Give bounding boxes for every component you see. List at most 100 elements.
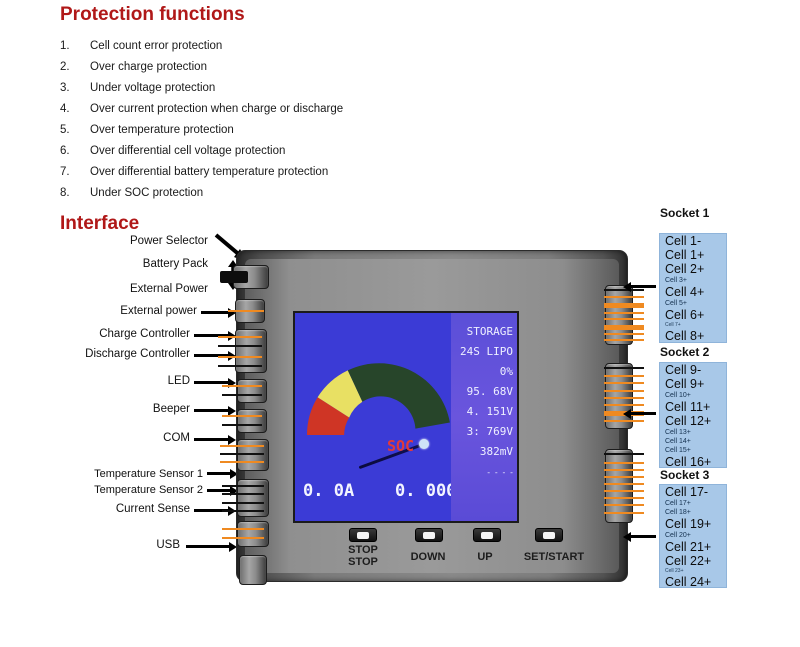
socket-cell-label: Cell 2+ xyxy=(665,262,705,276)
protection-item: 7. Over differential battery temperature … xyxy=(60,161,480,182)
connector-temperature-sensors[interactable] xyxy=(222,479,269,517)
protection-item-text: Over current protection when charge or d… xyxy=(90,102,344,115)
socket-cell-label: Cell 22+ xyxy=(665,554,712,568)
socket-cell-label: Cell 7+ xyxy=(665,322,681,328)
arrow-usb xyxy=(186,541,237,552)
button-stop[interactable] xyxy=(349,528,377,542)
protection-item-text: Over charge protection xyxy=(90,60,207,73)
label-external-power-upper: External Power xyxy=(130,283,208,295)
socket-cell-label: Cell 18+ xyxy=(665,509,691,516)
socket-1-title: Socket 1 xyxy=(660,206,710,220)
device-screen: SOC 0. 0A 0. 000Wh STORAGE 24S LIPO 0% 9… xyxy=(295,313,517,521)
arrow-beeper xyxy=(194,405,236,416)
label-current-sense: Current Sense xyxy=(115,503,190,515)
arrow-socket-1 xyxy=(630,285,656,288)
readout-battery-type: 24S LIPO xyxy=(460,345,513,358)
protection-item-text: Over differential battery temperature pr… xyxy=(90,165,329,178)
protection-item-number: 1. xyxy=(60,39,70,52)
readout-cell-delta: 382mV xyxy=(479,445,513,458)
protection-item-text: Under voltage protection xyxy=(90,81,216,94)
socket-cell-label: Cell 17- xyxy=(665,485,709,499)
socket-1-pinout: Cell 1- Cell 1+ Cell 2+ Cell 3+ Cell 4+ Cell … xyxy=(659,233,727,343)
protection-item-number: 2. xyxy=(60,60,70,73)
connector-com[interactable] xyxy=(220,439,269,471)
arrow-com xyxy=(194,434,236,445)
readout-soc-percent: 0% xyxy=(499,365,513,378)
label-temperature-sensor-1: Temperature Sensor 1 xyxy=(94,468,203,480)
socket-cell-label: Cell 12+ xyxy=(665,414,712,428)
socket-cell-label: Cell 1- xyxy=(665,234,702,248)
button-up-label: UP xyxy=(477,551,493,563)
connector-external-power[interactable] xyxy=(228,299,265,323)
soc-gauge xyxy=(306,363,450,435)
label-battery-pack: Battery Pack xyxy=(142,258,208,270)
socket-cell-label: Cell 6+ xyxy=(665,308,705,322)
socket-cell-label: Cell 4+ xyxy=(665,285,705,299)
protection-item-number: 5. xyxy=(60,123,70,136)
connector-current-sense[interactable] xyxy=(222,521,269,547)
protection-item: 4. Over current protection when charge or… xyxy=(60,98,480,119)
socket-cell-label: Cell 14+ xyxy=(665,438,691,445)
label-temperature-sensor-2: Temperature Sensor 2 xyxy=(94,484,203,496)
protection-item-number: 3. xyxy=(60,81,70,94)
button-down-label: DOWN xyxy=(410,551,446,563)
button-stop-label-line: STOP xyxy=(348,556,378,568)
socket-cell-label: Cell 24+ xyxy=(665,575,712,589)
socket-cell-label: Cell 16+ xyxy=(665,455,712,469)
socket-cell-label: Cell 19+ xyxy=(665,517,712,531)
connector-charge-discharge[interactable] xyxy=(218,329,267,373)
gauge-hub xyxy=(419,439,429,449)
socket-cell-label: Cell 3+ xyxy=(665,277,687,284)
socket-cell-label: Cell 9+ xyxy=(665,377,705,391)
label-power-selector: Power Selector xyxy=(130,235,208,247)
label-beeper: Beeper xyxy=(152,403,190,415)
arrow-temperature-sensor-2 xyxy=(207,485,238,496)
protection-item: 8. Under SOC protection xyxy=(60,182,480,203)
label-led: LED xyxy=(167,375,190,387)
protection-item-number: 6. xyxy=(60,144,70,157)
socket-cell-label: Cell 20+ xyxy=(665,532,691,539)
socket-cell-label: Cell 15+ xyxy=(665,447,691,454)
connector-beeper[interactable] xyxy=(222,409,267,433)
protection-item: 2. Over charge protection xyxy=(60,56,480,77)
socket-cell-label: Cell 1+ xyxy=(665,248,705,262)
protection-item-text: Over differential cell voltage protectio… xyxy=(90,144,286,157)
arrow-socket-2 xyxy=(630,412,656,415)
protection-item-number: 8. xyxy=(60,186,70,199)
connector-power-selector[interactable] xyxy=(220,265,269,289)
socket-3-title: Socket 3 xyxy=(660,468,710,482)
protection-functions-list: 1. Cell count error protection 2. Over char… xyxy=(60,35,480,203)
socket-cell-label: Cell 23+ xyxy=(665,568,684,574)
protection-item-number: 7. xyxy=(60,165,70,178)
button-set-start-label: SET/START xyxy=(523,551,585,563)
readout-pack-voltage: 95. 68V xyxy=(466,385,513,398)
readout-blank: - - - - xyxy=(486,468,514,477)
connector-socket-3[interactable] xyxy=(604,449,644,523)
button-down[interactable] xyxy=(415,528,443,542)
button-stop-label-line: STOP xyxy=(348,544,378,556)
connector-socket-1[interactable] xyxy=(604,285,644,345)
socket-cell-label: Cell 10+ xyxy=(665,392,691,399)
button-set-start[interactable] xyxy=(535,528,563,542)
label-external-power: External power xyxy=(120,305,197,317)
connector-led[interactable] xyxy=(222,379,267,403)
socket-cell-label: Cell 5+ xyxy=(665,300,687,307)
socket-cell-label: Cell 13+ xyxy=(665,429,691,436)
connector-socket-2[interactable] xyxy=(604,363,644,429)
socket-cell-label: Cell 11+ xyxy=(665,400,711,414)
connector-usb[interactable] xyxy=(239,555,267,585)
soc-label: SOC xyxy=(387,437,415,455)
label-discharge-controller: Discharge Controller xyxy=(85,348,190,360)
socket-3-pinout: Cell 17- Cell 17+ Cell 18+ Cell 19+ Cell 20+… xyxy=(659,484,727,589)
socket-cell-label: Cell 21+ xyxy=(665,540,712,554)
protection-functions-title: Protection functions xyxy=(60,4,245,25)
button-stop-label: STOP STOP xyxy=(337,544,389,568)
arrow-led xyxy=(194,377,236,388)
socket-cell-label: Cell 17+ xyxy=(665,500,691,507)
readout-min-cell: 3: 769V xyxy=(466,425,513,438)
label-com: COM xyxy=(163,432,190,444)
arrow-socket-3 xyxy=(630,535,656,538)
arrow-temperature-sensor-1 xyxy=(207,468,238,479)
bms-device: SOC 0. 0A 0. 000Wh STORAGE 24S LIPO 0% 9… xyxy=(218,250,644,585)
button-up[interactable] xyxy=(473,528,501,542)
